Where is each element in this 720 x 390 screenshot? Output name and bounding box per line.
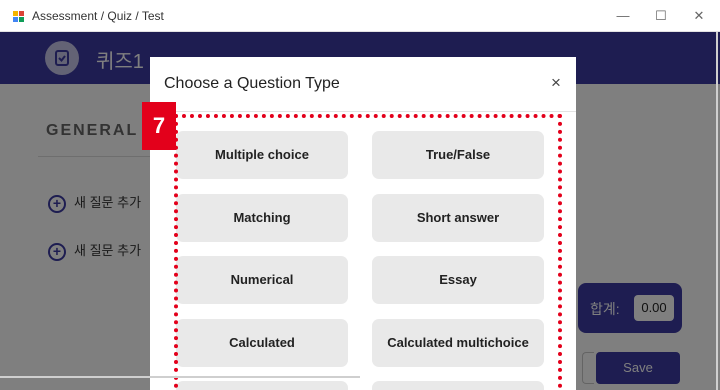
modal-title: Choose a Question Type	[164, 75, 340, 92]
question-type-true-false[interactable]: True/False	[372, 131, 544, 179]
question-type-calculated[interactable]: Calculated	[176, 319, 348, 367]
question-type-more[interactable]	[176, 381, 348, 390]
minimize-button[interactable]: —	[608, 4, 638, 28]
question-type-essay[interactable]: Essay	[372, 256, 544, 304]
edge-line	[0, 376, 360, 378]
question-type-numerical[interactable]: Numerical	[176, 256, 348, 304]
window-title: Assessment / Quiz / Test	[32, 9, 164, 23]
step-marker-badge: 7	[142, 102, 176, 150]
edge-line	[716, 32, 718, 390]
title-bar: Assessment / Quiz / Test — ☐ ✕	[0, 0, 720, 32]
window-close-button[interactable]: ✕	[684, 4, 714, 28]
app-window: Assessment / Quiz / Test — ☐ ✕ 퀴즈1 GENER…	[0, 0, 720, 390]
question-type-more[interactable]	[372, 381, 544, 390]
question-type-multiple-choice[interactable]: Multiple choice	[176, 131, 348, 179]
question-type-short-answer[interactable]: Short answer	[372, 194, 544, 242]
maximize-button[interactable]: ☐	[646, 4, 676, 28]
question-type-modal: Choose a Question Type × Multiple choice…	[150, 57, 576, 390]
modal-divider	[150, 111, 576, 112]
app-logo-icon	[13, 11, 25, 23]
question-type-matching[interactable]: Matching	[176, 194, 348, 242]
close-icon[interactable]: ×	[546, 73, 566, 93]
question-type-calculated-multichoice[interactable]: Calculated multichoice	[372, 319, 544, 367]
